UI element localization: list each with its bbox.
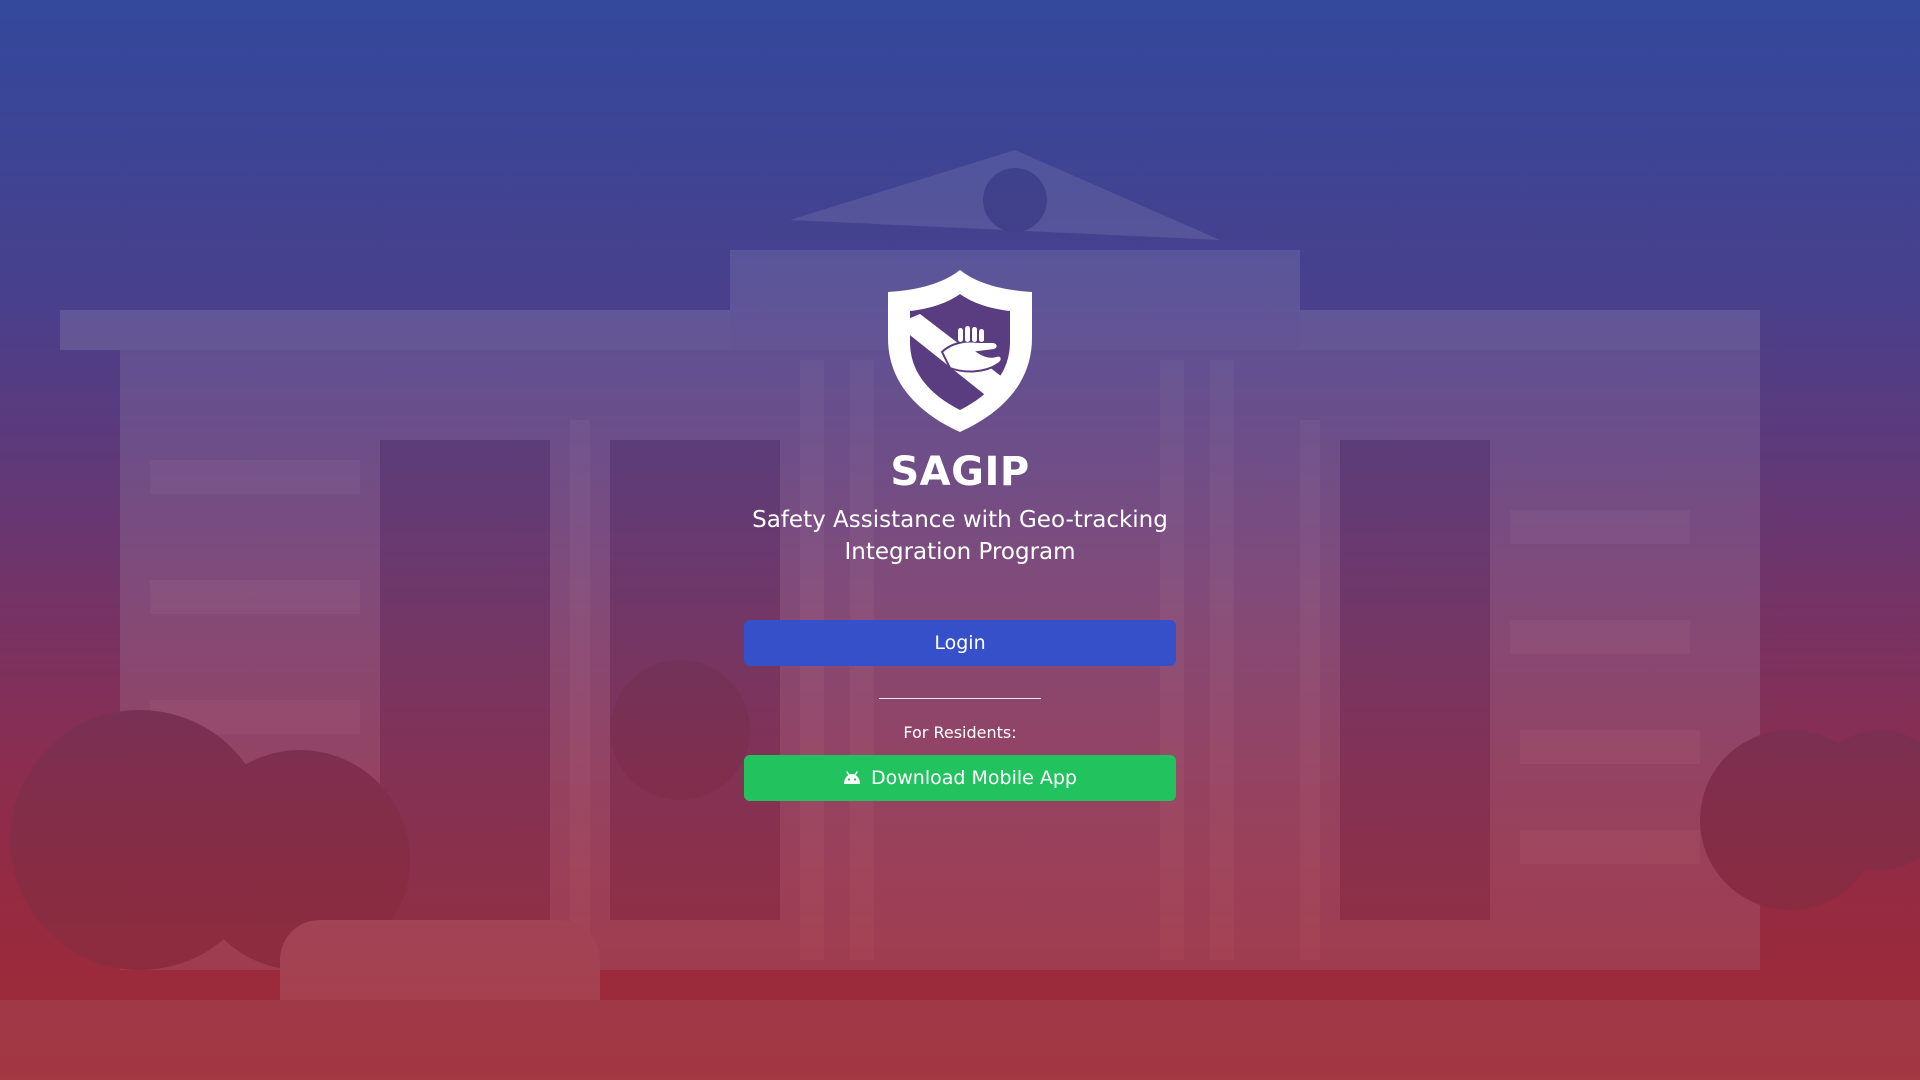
main-content: SAGIP Safety Assistance with Geo-trackin… bbox=[0, 0, 1920, 1080]
landing-page: SAGIP Safety Assistance with Geo-trackin… bbox=[0, 0, 1920, 1080]
login-button[interactable]: Login bbox=[744, 620, 1176, 666]
download-button-label: Download Mobile App bbox=[871, 767, 1077, 789]
divider bbox=[879, 698, 1041, 699]
residents-label: For Residents: bbox=[903, 723, 1017, 742]
android-icon bbox=[844, 771, 861, 784]
download-mobile-app-button[interactable]: Download Mobile App bbox=[744, 755, 1176, 801]
login-button-label: Login bbox=[934, 632, 986, 654]
shield-helping-hand-icon bbox=[888, 270, 1032, 432]
brand-subtitle: Safety Assistance with Geo-tracking Inte… bbox=[752, 507, 1168, 565]
brand-title: SAGIP bbox=[890, 449, 1030, 495]
